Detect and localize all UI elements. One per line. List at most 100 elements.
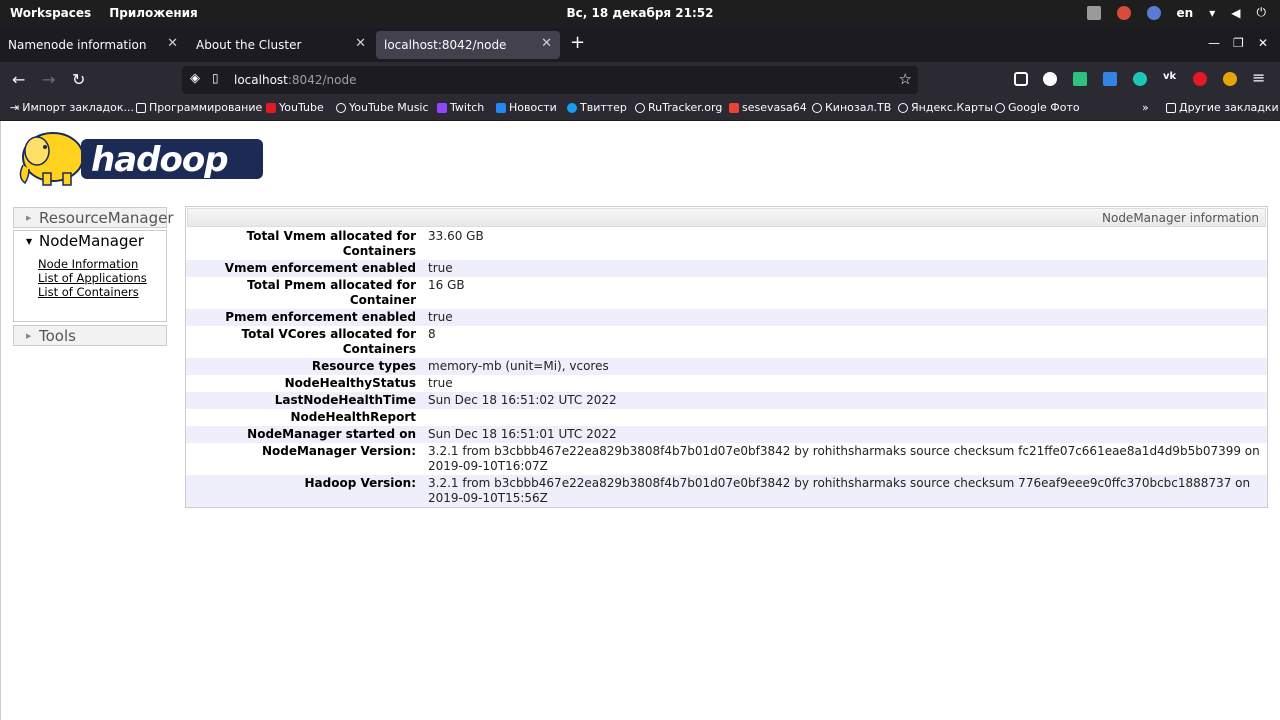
- clock[interactable]: Вс, 18 декабря 21:52: [567, 6, 714, 20]
- nodemanager-info-panel: NodeManager information Total Vmem alloc…: [185, 206, 1268, 508]
- system-top-bar: Workspaces Приложения Вс, 18 декабря 21:…: [0, 0, 1280, 28]
- row-value: Sun Dec 18 16:51:01 UTC 2022: [428, 427, 617, 441]
- bookmark-youtube-music[interactable]: YouTube Music: [336, 101, 429, 114]
- row-value: [428, 409, 1267, 426]
- shield-icon[interactable]: ◈: [190, 71, 200, 86]
- navigation-bar: ← → ↻ ◈ ▯ localhost:8042/node ☆ vk ≡: [0, 62, 1280, 98]
- tab-title: About the Cluster: [196, 38, 302, 52]
- url-host: localhost: [234, 73, 288, 87]
- row-label: NodeHealthyStatus: [284, 376, 416, 390]
- bookmark-label: Яндекс.Карты: [911, 101, 994, 114]
- translate-icon[interactable]: [1103, 72, 1117, 86]
- close-icon[interactable]: ✕: [355, 36, 366, 51]
- bookmark-label: Twitch: [450, 101, 485, 114]
- row-value: memory-mb (unit=Mi), vcores: [428, 359, 609, 373]
- row-value: Sun Dec 18 16:51:02 UTC 2022: [428, 393, 617, 407]
- wifi-icon[interactable]: ▾: [1209, 6, 1215, 20]
- bookmark-yandex-maps[interactable]: Яндекс.Карты: [898, 101, 993, 114]
- globe-icon: [812, 102, 822, 113]
- bookmark-twitter[interactable]: Твиттер: [567, 101, 627, 114]
- extension-bear-icon[interactable]: [1223, 72, 1237, 86]
- reload-icon[interactable]: ↻: [72, 70, 85, 89]
- account-icon[interactable]: [1043, 72, 1057, 86]
- bookmarks-toolbar: ⇥ Импорт закладок... Программирование You…: [0, 98, 1280, 120]
- svg-text:hadoop: hadoop: [91, 140, 228, 180]
- power-icon[interactable]: ⏻: [1257, 5, 1267, 20]
- link-node-information[interactable]: Node Information: [38, 257, 147, 271]
- link-list-of-containers[interactable]: List of Containers: [38, 285, 147, 299]
- screen-icon[interactable]: [1086, 5, 1101, 20]
- globe-icon: [898, 102, 908, 113]
- table-row: Pmem enforcement enabled true: [186, 309, 1267, 326]
- row-value: 3.2.1 from b3cbbb467e22ea829b3808f4b7b01…: [428, 476, 1251, 505]
- bookmark-rutracker[interactable]: RuTracker.org: [635, 101, 722, 114]
- minimize-button[interactable]: —: [1208, 36, 1220, 50]
- row-value: 16 GB: [428, 278, 465, 292]
- folder-icon: [1166, 102, 1176, 113]
- panel-header: NodeManager information: [187, 208, 1266, 227]
- adblock-icon[interactable]: [1193, 72, 1207, 86]
- bookmark-label: Программирование: [149, 101, 263, 114]
- vk-icon[interactable]: vk: [1163, 71, 1177, 85]
- bookmark-news[interactable]: Новости: [496, 101, 557, 114]
- bookmark-other[interactable]: Другие закладки: [1166, 101, 1279, 114]
- caret-down-icon: ▼: [26, 237, 33, 246]
- tab-title: Namenode information: [8, 38, 147, 52]
- table-row: NodeManager started on Sun Dec 18 16:51:0…: [186, 426, 1267, 443]
- table-row: Total Pmem allocated for Container 16 GB: [186, 277, 1267, 309]
- bookmark-import[interactable]: ⇥ Импорт закладок...: [10, 101, 134, 114]
- bookmark-kinozal[interactable]: Кинозал.ТВ: [812, 101, 891, 114]
- nav-label: Tools: [39, 327, 76, 345]
- extension-teal-icon[interactable]: [1133, 72, 1147, 86]
- nav-resource-manager[interactable]: ▶ ResourceManager: [13, 207, 174, 228]
- tab-namenode[interactable]: Namenode information ✕: [0, 31, 186, 59]
- close-icon[interactable]: ✕: [167, 36, 178, 51]
- page-icon[interactable]: ▯: [212, 71, 219, 85]
- new-tab-button[interactable]: +: [570, 32, 585, 53]
- hadoop-logo[interactable]: hadoop: [15, 127, 265, 191]
- row-label: Total VCores allocated for Containers: [241, 327, 416, 356]
- pocket-icon[interactable]: [1014, 72, 1028, 86]
- nav-node-manager-header[interactable]: ▼ NodeManager: [14, 231, 166, 252]
- table-row: Vmem enforcement enabled true: [186, 260, 1267, 277]
- nav-label: NodeManager: [39, 232, 144, 250]
- menu-icon[interactable]: ≡: [1252, 68, 1265, 87]
- bookmark-google-photos[interactable]: Google Фото: [995, 101, 1080, 114]
- bookmarks-overflow-icon[interactable]: »: [1142, 101, 1149, 114]
- nav-label: ResourceManager: [39, 209, 174, 227]
- row-label: Vmem enforcement enabled: [224, 261, 416, 275]
- table-row: Total VCores allocated for Containers 8: [186, 326, 1267, 358]
- row-value: true: [428, 376, 453, 390]
- bookmark-label: Импорт закладок...: [22, 101, 135, 114]
- table-row: Hadoop Version: 3.2.1 from b3cbbb467e22ea…: [186, 475, 1267, 507]
- volume-icon[interactable]: ◀: [1231, 6, 1240, 20]
- folder-icon: [136, 102, 146, 113]
- link-list-of-applications[interactable]: List of Applications: [38, 271, 147, 285]
- forward-arrow-icon[interactable]: →: [42, 70, 55, 89]
- bookmark-programming[interactable]: Программирование: [136, 101, 262, 114]
- youtube-icon: [266, 102, 276, 113]
- bookmark-youtube[interactable]: YouTube: [266, 101, 324, 114]
- tab-about-cluster[interactable]: About the Cluster ✕: [188, 31, 374, 59]
- bookmark-label: RuTracker.org: [648, 101, 723, 114]
- twitch-icon: [437, 102, 447, 113]
- nav-tools[interactable]: ▶ Tools: [13, 325, 167, 346]
- restore-button[interactable]: ❐: [1233, 36, 1244, 50]
- sidebar: ▶ ResourceManager ▼ NodeManager Node Inf…: [13, 207, 174, 346]
- back-arrow-icon[interactable]: ←: [12, 70, 25, 89]
- extension-green-icon[interactable]: [1073, 72, 1087, 86]
- bookmark-star-icon[interactable]: ☆: [899, 70, 912, 88]
- language-indicator[interactable]: en: [1177, 6, 1194, 20]
- close-icon[interactable]: ✕: [541, 36, 552, 51]
- url-bar[interactable]: ◈ ▯ localhost:8042/node ☆: [182, 66, 918, 94]
- row-label: NodeManager started on: [247, 427, 416, 441]
- bookmark-gmail[interactable]: sesevasa64: [729, 101, 807, 114]
- tab-node-active[interactable]: localhost:8042/node ✕: [376, 31, 560, 59]
- caret-right-icon: ▶: [26, 214, 32, 222]
- bookmark-twitch[interactable]: Twitch: [437, 101, 484, 114]
- window-close-button[interactable]: ✕: [1258, 36, 1268, 50]
- tab-strip: Namenode information ✕ About the Cluster…: [0, 28, 1280, 62]
- row-value: 33.60 GB: [428, 229, 484, 243]
- app-tray-icon[interactable]: [1146, 5, 1161, 20]
- chrome-tray-icon[interactable]: [1116, 5, 1131, 20]
